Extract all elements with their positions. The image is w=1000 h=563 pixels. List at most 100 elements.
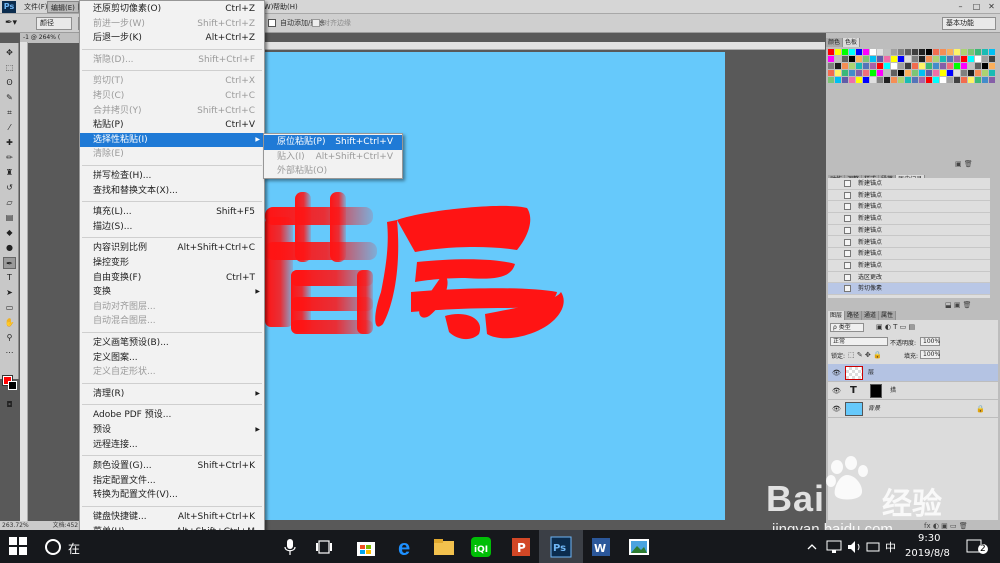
blur-tool-icon[interactable]: ◆ — [3, 227, 16, 239]
powerpoint-icon[interactable]: P — [510, 536, 532, 558]
color-swatch[interactable] — [849, 70, 855, 76]
color-swatch[interactable] — [870, 49, 876, 55]
color-swatch[interactable] — [940, 70, 946, 76]
eye-icon[interactable]: 👁 — [832, 400, 841, 418]
fill-input[interactable]: 100% — [920, 350, 940, 359]
shape-tool-icon[interactable]: ▭ — [3, 302, 16, 314]
color-swatch[interactable] — [870, 77, 876, 83]
color-swatch[interactable] — [975, 70, 981, 76]
panel-tab[interactable]: 图层 — [828, 311, 846, 320]
volume-icon[interactable] — [847, 540, 863, 554]
color-swatch[interactable] — [877, 77, 883, 83]
color-swatch[interactable] — [849, 56, 855, 62]
color-swatch[interactable] — [961, 56, 967, 62]
color-swatch[interactable] — [842, 56, 848, 62]
color-swatch[interactable] — [863, 63, 869, 69]
history-state[interactable]: 选区更改 — [828, 272, 990, 284]
color-swatch[interactable] — [919, 56, 925, 62]
color-swatch[interactable] — [982, 49, 988, 55]
color-swatch[interactable] — [975, 77, 981, 83]
edit-menu-item[interactable]: 自由变换(F) Ctrl+T — [80, 271, 264, 286]
color-swatch[interactable] — [835, 49, 841, 55]
history-state[interactable]: 新建锚点 — [828, 248, 990, 260]
color-swatch[interactable] — [828, 49, 834, 55]
color-swatch[interactable] — [849, 77, 855, 83]
color-swatch[interactable] — [912, 77, 918, 83]
color-swatch[interactable] — [842, 49, 848, 55]
color-swatch[interactable] — [940, 77, 946, 83]
color-swatch[interactable] — [926, 49, 932, 55]
layer-row[interactable]: 👁 背景 🔒 — [828, 400, 998, 418]
color-swatch[interactable] — [961, 77, 967, 83]
close-icon[interactable]: ✕ — [985, 1, 998, 12]
history-state[interactable]: 新建锚点 — [828, 213, 990, 225]
history-state[interactable]: 新建锚点 — [828, 178, 990, 190]
panel-tab[interactable]: 通道 — [862, 311, 880, 320]
color-swatch[interactable] — [884, 70, 890, 76]
color-swatch[interactable] — [842, 63, 848, 69]
color-swatch[interactable] — [835, 77, 841, 83]
history-state[interactable]: 新建锚点 — [828, 201, 990, 214]
color-swatch[interactable] — [926, 70, 932, 76]
color-swatch[interactable] — [947, 63, 953, 69]
edit-menu-item[interactable]: 定义画笔预设(B)... — [80, 336, 264, 351]
color-swatch[interactable] — [905, 77, 911, 83]
color-swatch[interactable] — [835, 63, 841, 69]
color-swatch[interactable] — [856, 77, 862, 83]
zoom-tool-icon[interactable]: ⚲ — [3, 332, 16, 344]
color-swatch[interactable] — [870, 63, 876, 69]
color-swatch[interactable] — [856, 70, 862, 76]
edit-menu-item[interactable]: 键盘快捷键... Alt+Shift+Ctrl+K — [80, 510, 264, 525]
color-swatch[interactable] — [968, 49, 974, 55]
edit-menu-item[interactable]: 拼写检查(H)... — [80, 169, 264, 184]
color-swatch[interactable] — [898, 63, 904, 69]
color-swatch[interactable] — [947, 49, 953, 55]
edit-menu-item[interactable]: 预设 ▶ — [80, 423, 264, 438]
paste-special-item[interactable]: 原位粘贴(P) Shift+Ctrl+V — [264, 135, 402, 150]
edit-menu-item[interactable]: 描边(S)... — [80, 220, 264, 235]
blend-mode-select[interactable]: 正常 — [830, 337, 888, 346]
color-swatch[interactable] — [863, 70, 869, 76]
ime-indicator[interactable]: 中 — [885, 539, 896, 555]
edit-menu-item[interactable]: 还原剪切像素(O) Ctrl+Z — [80, 2, 264, 17]
color-swatch[interactable] — [870, 70, 876, 76]
panel-tab[interactable]: 色板 — [843, 38, 861, 47]
history-actions-icon[interactable]: ⬓ ▣ 🗑 — [945, 301, 972, 309]
clock-date[interactable]: 2019/8/8 — [905, 548, 950, 559]
minimize-icon[interactable]: – — [954, 1, 967, 12]
dodge-tool-icon[interactable]: ● — [3, 242, 16, 254]
color-swatch[interactable] — [891, 63, 897, 69]
color-swatch[interactable] — [884, 56, 890, 62]
color-swatch[interactable] — [856, 63, 862, 69]
color-swatch[interactable] — [989, 49, 995, 55]
more-tools-icon[interactable]: ⋯ — [3, 347, 16, 359]
color-swatch[interactable] — [961, 49, 967, 55]
color-swatch[interactable] — [926, 63, 932, 69]
edit-menu-item[interactable]: 清理(R) ▶ — [80, 387, 264, 402]
color-swatch[interactable] — [989, 63, 995, 69]
color-swatch[interactable] — [919, 63, 925, 69]
search-box-text[interactable]: 在 — [68, 540, 80, 557]
color-swatch[interactable] — [926, 77, 932, 83]
stamp-tool-icon[interactable]: ♜ — [3, 167, 16, 179]
color-swatch[interactable] — [982, 56, 988, 62]
edit-menu-item[interactable]: 查找和替换文本(X)... — [80, 184, 264, 199]
color-swatch[interactable] — [828, 77, 834, 83]
history-state[interactable]: 新建锚点 — [828, 260, 990, 272]
color-swatch[interactable] — [926, 56, 932, 62]
panel-tab[interactable]: 属性 — [879, 311, 897, 320]
color-swatch[interactable] — [968, 77, 974, 83]
color-swatch[interactable] — [968, 70, 974, 76]
edit-menu-item[interactable]: 后退一步(K) Alt+Ctrl+Z — [80, 31, 264, 46]
eye-icon[interactable]: 👁 — [832, 364, 841, 382]
color-swatch[interactable] — [884, 63, 890, 69]
color-swatch[interactable] — [933, 70, 939, 76]
color-swatch[interactable] — [870, 56, 876, 62]
color-swatch[interactable] — [919, 49, 925, 55]
edit-menu-item[interactable]: 填充(L)... Shift+F5 — [80, 205, 264, 220]
color-swatch[interactable] — [933, 77, 939, 83]
layer-actions-icon[interactable]: fx ◐ ▣ ▭ 🗑 — [924, 522, 968, 530]
color-swatch[interactable] — [877, 70, 883, 76]
color-swatch[interactable] — [933, 56, 939, 62]
color-swatch[interactable] — [842, 70, 848, 76]
